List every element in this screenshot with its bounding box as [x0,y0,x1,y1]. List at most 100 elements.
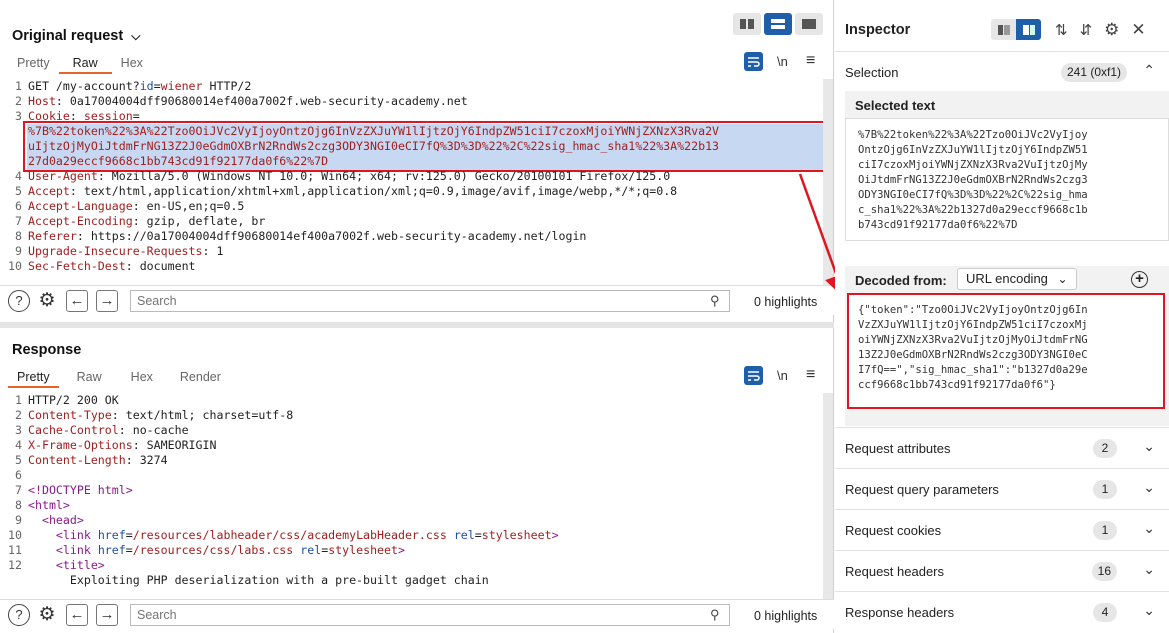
tab-response-render[interactable]: Render [164,369,237,388]
code-line: GET /my-account?id=wiener HTTP/2 [28,79,251,94]
code-line: %7B%22token%22%3A%22Tzo0OiJVc2VyIjoyOntz… [28,124,719,139]
settings-icon[interactable]: ⚙ [1104,20,1119,40]
tab-request-pretty[interactable]: Pretty [8,55,59,74]
request-search-input[interactable] [130,290,730,312]
code-line: Upgrade-Insecure-Requests: 1 [28,244,223,259]
code-token: Exploiting PHP deserialization with a pr… [28,573,489,587]
previous-match-button[interactable]: ← [66,604,88,626]
collapse-all-icon[interactable]: ⇵ [1080,21,1093,39]
request-newline-toggle[interactable]: \n [777,54,788,69]
request-editor[interactable]: 1 GET /my-account?id=wiener HTTP/2 2 Host: … [0,79,822,286]
tab-response-raw[interactable]: Raw [59,369,120,388]
panel-left-icon [997,24,1010,35]
inspector-section-row[interactable]: Request query parameters 1 ⌄ [835,468,1169,509]
response-tabs: Pretty Raw Hex Render [8,369,237,388]
line-number: 1 [15,393,22,407]
chevron-down-icon[interactable]: ⌄ [1143,438,1155,455]
add-decoding-icon[interactable]: + [1131,271,1148,288]
request-scrollbar[interactable] [823,79,833,286]
response-search-input[interactable] [130,604,730,626]
code-line: Accept-Encoding: gzip, deflate, br [28,214,265,229]
search-icon: ⚲ [710,293,720,308]
inspector-section-row[interactable]: Request cookies 1 ⌄ [835,509,1169,550]
request-wrap-button[interactable] [744,52,763,71]
layout-toggle [733,13,823,35]
code-line: 27d0a29eccf9668c1bb743cd91f92177da0f6%22… [28,154,328,169]
expand-all-icon[interactable]: ⇅ [1055,21,1068,39]
chevron-down-icon[interactable]: ⌵ [131,29,140,43]
line-number: 9 [15,244,22,258]
code-token: : SAMEORIGIN [132,438,217,452]
inspector-selection-row[interactable]: Selection 241 (0xf1) ⌃ [835,51,1169,91]
gear-icon[interactable]: ⚙ [36,604,58,626]
code-line: Referer: https://0a17004004dff90680014ef… [28,229,586,244]
response-menu-icon[interactable]: ≡ [806,366,815,384]
code-token: HTTP/2 [202,79,252,93]
response-scrollbar[interactable] [823,393,833,599]
line-number: 5 [15,184,22,198]
word-wrap-icon [748,371,760,381]
chevron-down-icon[interactable]: ⌄ [1143,561,1155,578]
code-token: = [153,79,161,93]
pane-splitter[interactable] [0,322,834,328]
next-match-button[interactable]: → [96,604,118,626]
chevron-up-icon[interactable]: ⌃ [1143,62,1155,79]
selection-count: 241 (0xf1) [1060,63,1127,82]
line-number: 6 [15,468,22,482]
tab-request-hex[interactable]: Hex [112,55,152,74]
tab-response-hex[interactable]: Hex [120,369,164,388]
line-number: 2 [15,94,22,108]
inspector-section-row[interactable]: Response headers 4 ⌄ [835,591,1169,632]
request-pane-title[interactable]: Original request ⌵ [12,28,140,44]
chevron-down-icon[interactable]: ⌄ [1143,520,1155,537]
inspector-section-row[interactable]: Request headers 16 ⌄ [835,550,1169,591]
code-token: <!DOCTYPE html> [28,483,133,497]
chevron-down-icon[interactable]: ⌄ [1143,479,1155,496]
line-number: 7 [15,214,22,228]
line-number: 7 [15,483,22,497]
code-line: <html> [28,498,70,513]
selected-text-section: Selected text %7B%22token%22%3A%22Tzo0Oi… [845,91,1169,241]
section-label: Request cookies [845,523,942,538]
request-highlights-count: 0 highlights [754,295,818,309]
request-menu-icon[interactable]: ≡ [806,52,815,70]
editor-panel: Original request ⌵ Pretty Raw Hex \n ≡ 1… [0,0,834,633]
code-token: = [125,528,133,542]
response-wrap-button[interactable] [744,366,763,385]
encoding-dropdown[interactable]: URL encoding ⌄ [957,268,1077,290]
tab-request-raw[interactable]: Raw [58,55,112,74]
chevron-down-icon[interactable]: ⌄ [1143,602,1155,619]
inspector-layout-right-button[interactable] [1016,19,1041,40]
rows-icon [771,19,785,29]
help-icon[interactable]: ? [8,290,30,312]
inspector-title: Inspector [845,22,911,38]
search-icon: ⚲ [710,607,720,622]
layout-stacked-button[interactable] [764,13,792,35]
response-editor[interactable]: 1 HTTP/2 200 OK 2 Content-Type: text/html; … [0,393,822,599]
selected-text-value: %7B%22token%22%3A%22Tzo0OiJVc2VyIjoy Ont… [858,129,1088,231]
inspector-layout-left-button[interactable] [991,19,1016,40]
code-token: : en-US,en;q=0.5 [132,199,245,213]
code-token: 27d0a29eccf9668c1bb743cd91f92177da0f6%22… [28,154,329,168]
line-number: 4 [15,169,22,183]
layout-single-button[interactable] [795,13,823,35]
layout-side-by-side-button[interactable] [733,13,761,35]
section-label: Request headers [845,564,945,579]
line-number: 6 [15,199,22,213]
tab-response-pretty[interactable]: Pretty [8,369,59,388]
code-token: <head> [41,513,84,527]
line-number: 2 [15,408,22,422]
close-icon[interactable]: ✕ [1131,20,1145,40]
decoded-text-box[interactable]: {"token":"Tzo0OiJVc2VyIjoyOntzOjg6In VzZ… [847,293,1165,409]
help-icon[interactable]: ? [8,604,30,626]
decoded-from-label: Decoded from: [855,273,947,288]
previous-match-button[interactable]: ← [66,290,88,312]
inspector-section-row[interactable]: Request attributes 2 ⌄ [835,427,1169,468]
line-number: 9 [15,513,22,527]
response-newline-toggle[interactable]: \n [777,368,788,383]
selected-text-box[interactable]: %7B%22token%22%3A%22Tzo0OiJVc2VyIjoy Ont… [845,118,1169,241]
code-token: <html> [28,498,70,512]
code-token: : https://0a17004004dff90680014ef400a700… [76,229,587,243]
next-match-button[interactable]: → [96,290,118,312]
gear-icon[interactable]: ⚙ [36,290,58,312]
